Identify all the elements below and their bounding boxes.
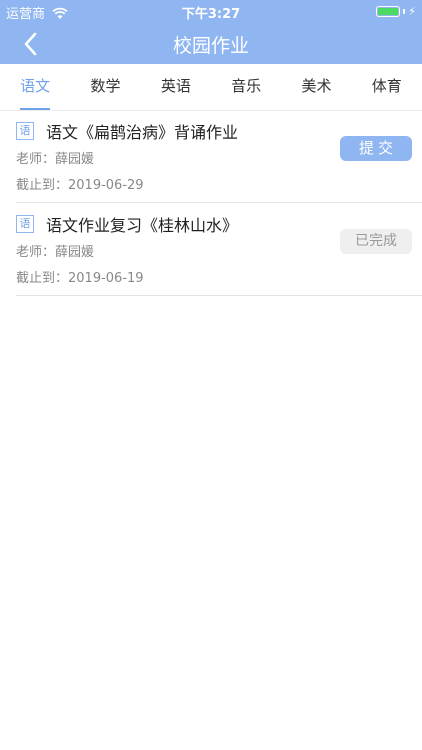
subject-chinese-icon: 语	[16, 215, 34, 233]
list-item[interactable]: 语 语文作业复习《桂林山水》 老师：薛园媛 截止到：2019-06-19 已完成	[16, 203, 422, 296]
status-time: 下午3:27	[181, 7, 241, 22]
completed-badge: 已完成	[340, 229, 412, 254]
tab-art[interactable]: 美术	[281, 64, 351, 110]
assignment-title: 语文作业复习《桂林山水》	[46, 216, 239, 235]
tab-pe[interactable]: 体育	[352, 64, 422, 110]
assignment-list: 语 语文《扁鹊治病》背诵作业 老师：薛园媛 截止到：2019-06-29 提交 …	[0, 110, 422, 296]
nav-header: 运营商 下午3:27 ⚡ 校园作业	[0, 0, 422, 64]
tab-math[interactable]: 数学	[70, 64, 140, 110]
deadline-label: 截止到：2019-06-29	[16, 178, 144, 193]
subject-tabs: 语文 数学 英语 音乐 美术 体育	[0, 64, 422, 111]
teacher-label: 老师：薛园媛	[16, 152, 95, 167]
tab-chinese[interactable]: 语文	[0, 64, 70, 110]
status-bar: 运营商 下午3:27 ⚡	[0, 0, 422, 22]
submit-button[interactable]: 提交	[340, 136, 412, 161]
assignment-title: 语文《扁鹊治病》背诵作业	[46, 123, 239, 142]
list-item[interactable]: 语 语文《扁鹊治病》背诵作业 老师：薛园媛 截止到：2019-06-29 提交	[16, 110, 422, 203]
battery-tip	[403, 9, 406, 14]
page-title: 校园作业	[172, 35, 249, 57]
charging-bolt-icon: ⚡	[408, 5, 416, 18]
teacher-label: 老师：薛园媛	[16, 245, 95, 260]
deadline-label: 截止到：2019-06-19	[16, 271, 144, 286]
tab-music[interactable]: 音乐	[211, 64, 281, 110]
subject-chinese-icon: 语	[16, 122, 34, 140]
battery-group: ⚡	[376, 5, 416, 18]
tab-english[interactable]: 英语	[141, 64, 211, 110]
battery-icon	[376, 6, 401, 17]
